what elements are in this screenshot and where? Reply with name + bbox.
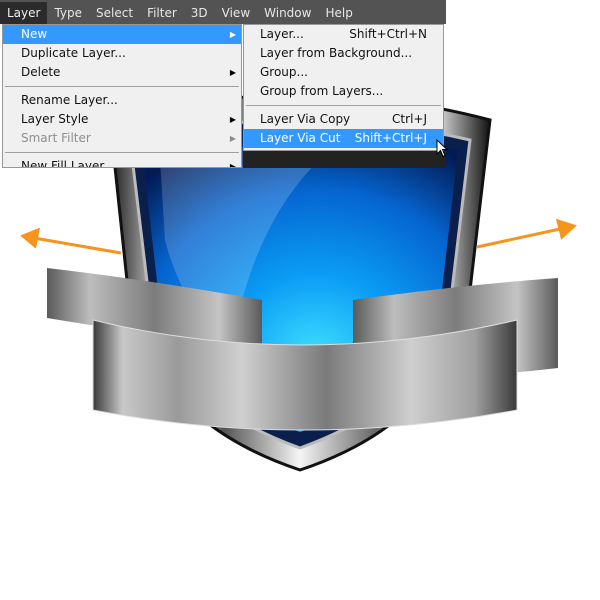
menubar-item-window[interactable]: Window <box>257 2 318 24</box>
submenu-arrow-icon: ▶ <box>229 162 236 168</box>
new-submenu-item-group[interactable]: Group... <box>244 63 443 82</box>
menu-item-label: Layer Via Copy <box>260 112 351 126</box>
menubar-item-type[interactable]: Type <box>47 2 89 24</box>
menu-item-shortcut: Shift+Ctrl+J <box>354 131 427 145</box>
submenu-arrow-icon: ▶ <box>229 134 236 143</box>
menu-item-label: New <box>21 27 48 41</box>
new-submenu: Layer... Shift+Ctrl+N Layer from Backgroun… <box>243 24 444 151</box>
left-arrow-annotation <box>20 227 122 255</box>
menu-separator <box>246 105 441 106</box>
menu-item-label: Layer from Background... <box>260 46 413 60</box>
menu-item-label: New Fill Layer <box>21 159 105 168</box>
new-submenu-item-layer[interactable]: Layer... Shift+Ctrl+N <box>244 25 443 44</box>
canvas-dark-region <box>243 151 446 168</box>
layer-menu-item-layer-style[interactable]: Layer Style ▶ <box>3 110 241 129</box>
layer-menu-item-new-fill-layer[interactable]: New Fill Layer ▶ <box>3 157 241 168</box>
menu-item-label: Layer Via Cut <box>260 131 341 145</box>
layer-menu-item-smart-filter: Smart Filter ▶ <box>3 129 241 148</box>
menu-separator <box>5 152 239 153</box>
layer-menu-item-delete[interactable]: Delete ▶ <box>3 63 241 82</box>
menu-item-label: Rename Layer... <box>21 93 118 107</box>
menubar: Layer Type Select Filter 3D View Window Help <box>0 0 446 24</box>
new-submenu-item-layer-via-cut[interactable]: Layer Via Cut Shift+Ctrl+J <box>244 129 443 148</box>
menubar-item-filter[interactable]: Filter <box>140 2 184 24</box>
submenu-arrow-icon: ▶ <box>229 115 236 124</box>
right-arrow-annotation <box>476 218 577 249</box>
mouse-cursor-icon <box>436 139 448 158</box>
menubar-item-view[interactable]: View <box>215 2 257 24</box>
menubar-item-layer[interactable]: Layer <box>0 2 48 24</box>
new-submenu-item-layer-from-background[interactable]: Layer from Background... <box>244 44 443 63</box>
menu-item-label: Delete <box>21 65 61 79</box>
new-submenu-item-group-from-layers[interactable]: Group from Layers... <box>244 82 443 101</box>
menu-item-label: Duplicate Layer... <box>21 46 126 60</box>
new-submenu-item-layer-via-copy[interactable]: Layer Via Copy Ctrl+J <box>244 110 443 129</box>
layer-menu-item-duplicate-layer[interactable]: Duplicate Layer... <box>3 44 241 63</box>
menu-item-label: Layer... <box>260 27 304 41</box>
menu-separator <box>5 86 239 87</box>
menu-item-label: Group... <box>260 65 308 79</box>
menubar-item-help[interactable]: Help <box>318 2 359 24</box>
menu-item-label: Group from Layers... <box>260 84 384 98</box>
submenu-arrow-icon: ▶ <box>229 30 236 39</box>
menu-item-label: Layer Style <box>21 112 89 126</box>
submenu-arrow-icon: ▶ <box>229 68 236 77</box>
menu-item-label: Smart Filter <box>21 131 91 145</box>
menubar-item-3d[interactable]: 3D <box>184 2 215 24</box>
menubar-item-select[interactable]: Select <box>89 2 140 24</box>
layer-menu-item-new[interactable]: New ▶ <box>3 25 241 44</box>
layer-menu-item-rename-layer[interactable]: Rename Layer... <box>3 91 241 110</box>
layer-menu: New ▶ Duplicate Layer... Delete ▶ Rename Laye… <box>2 24 242 168</box>
menu-item-shortcut: Ctrl+J <box>392 112 427 126</box>
menu-item-shortcut: Shift+Ctrl+N <box>349 27 427 41</box>
